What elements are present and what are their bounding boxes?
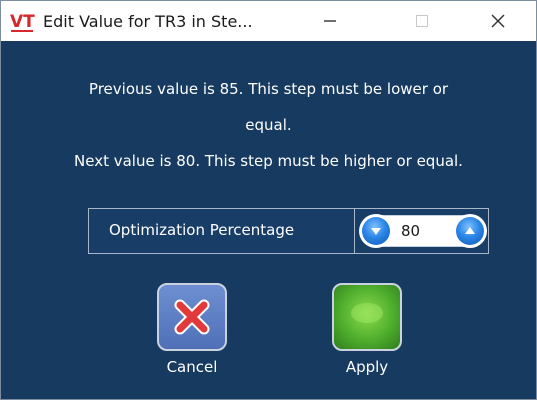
chevron-up-icon	[465, 227, 475, 234]
close-icon	[491, 14, 505, 28]
close-button[interactable]	[471, 1, 525, 41]
cancel-x-icon	[174, 299, 210, 335]
decrease-button[interactable]	[359, 214, 393, 248]
previous-value-message: Previous value is 85. This step must be …	[88, 80, 449, 98]
previous-value-message-continued: equal.	[245, 116, 292, 134]
percentage-value[interactable]: 80	[401, 222, 420, 240]
optimization-percentage-label: Optimization Percentage	[109, 221, 295, 239]
cancel-label[interactable]: Cancel	[142, 358, 242, 376]
optimization-percentage-stepper[interactable]: 80	[355, 214, 487, 248]
maximize-icon	[416, 15, 428, 27]
cancel-button[interactable]	[157, 283, 227, 351]
chevron-down-icon	[371, 228, 381, 235]
maximize-button[interactable]	[395, 1, 449, 41]
edit-value-dialog: VT Edit Value for TR3 in Ste... Previous…	[0, 0, 537, 400]
apply-label[interactable]: Apply	[317, 358, 417, 376]
minimize-icon	[324, 20, 336, 22]
next-value-message: Next value is 80. This step must be high…	[74, 152, 463, 170]
vt-logo-icon: VT	[9, 7, 37, 35]
title-bar[interactable]: VT Edit Value for TR3 in Ste...	[1, 1, 536, 41]
window-title: Edit Value for TR3 in Ste...	[43, 11, 253, 31]
minimize-button[interactable]	[303, 1, 357, 41]
apply-light-icon	[351, 303, 383, 323]
optimization-percentage-row: Optimization Percentage 80	[88, 208, 489, 254]
increase-button[interactable]	[453, 214, 487, 248]
logo-text: VT	[10, 12, 35, 32]
apply-button[interactable]	[332, 283, 402, 351]
